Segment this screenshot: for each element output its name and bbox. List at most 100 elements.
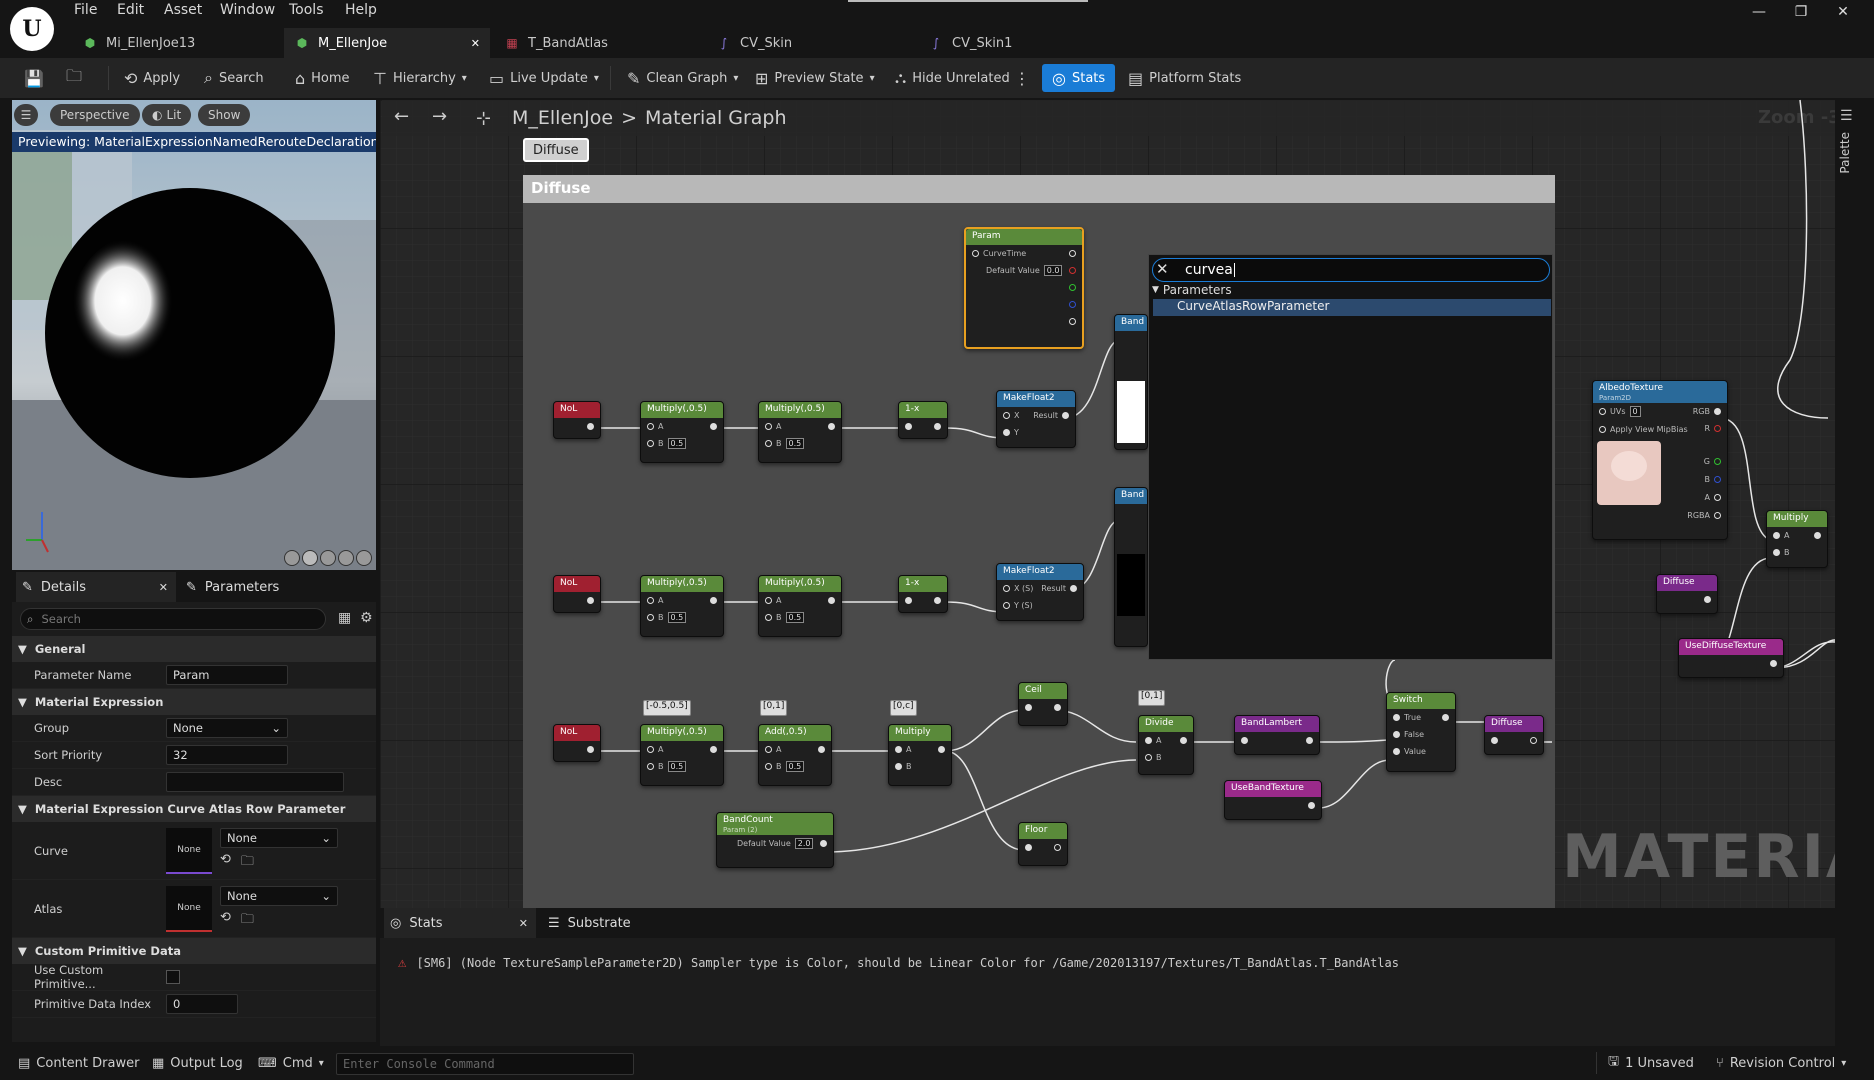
menu-edit[interactable]: Edit	[117, 2, 144, 18]
comment-title[interactable]: Diffuse	[523, 175, 1555, 203]
section-general[interactable]: ▼ General	[12, 636, 376, 662]
band-node[interactable]: Band	[1114, 314, 1148, 450]
table-view-icon[interactable]: ▦	[338, 610, 351, 626]
breadcrumb-asset[interactable]: M_EllenJoe	[512, 107, 613, 129]
multiply-node[interactable]: Multiply A B	[888, 724, 952, 786]
ceil-node[interactable]: Ceil	[1018, 682, 1068, 726]
stats-button[interactable]: ◎ Stats	[1042, 64, 1116, 92]
menu-tools[interactable]: Tools	[289, 2, 324, 18]
menu-asset[interactable]: Asset	[164, 2, 202, 18]
tab-cv-skin[interactable]: ∫ CV_Skin	[706, 28, 916, 58]
use-band-texture-node[interactable]: UseBandTexture	[1224, 780, 1322, 820]
unreal-logo-icon[interactable]: U	[10, 7, 54, 51]
tab-substrate[interactable]: ☰ Substrate	[548, 908, 678, 938]
band-lambert-node[interactable]: BandLambert	[1234, 715, 1320, 755]
content-drawer-button[interactable]: ▤ Content Drawer	[18, 1046, 139, 1080]
pin-g[interactable]	[966, 279, 1082, 296]
pin-default-value[interactable]: Default Value 0.0	[966, 262, 1082, 279]
desc-input[interactable]	[166, 772, 344, 792]
multiply-node[interactable]: Multiply(,0.5) A B 0.5	[640, 401, 724, 463]
one-minus-node[interactable]: 1-x	[898, 401, 948, 439]
pin-curvetime[interactable]: CurveTime	[966, 245, 1082, 262]
floor-node[interactable]: Floor	[1018, 822, 1068, 866]
tab-mi-ellenjoe13[interactable]: ⬢ Mi_EllenJoe13	[72, 28, 282, 58]
restore-icon[interactable]: ❐	[1778, 0, 1824, 24]
close-icon[interactable]: ✕	[519, 917, 528, 930]
breadcrumb-graph[interactable]: Material Graph	[645, 107, 787, 129]
switch-node[interactable]: Switch True False Value	[1386, 692, 1456, 772]
revision-control-button[interactable]: ⑂ Revision Control ▾	[1716, 1046, 1846, 1080]
console-command-input[interactable]: Enter Console Command	[336, 1053, 634, 1075]
node-search-input[interactable]: curvea	[1152, 258, 1550, 282]
sort-priority-input[interactable]: 32	[166, 745, 288, 765]
curve-thumbnail[interactable]: None	[166, 827, 212, 874]
nol-node[interactable]: NoL	[553, 575, 601, 613]
tab-stats[interactable]: ◎ Stats ✕	[384, 908, 536, 938]
menu-file[interactable]: File	[74, 2, 97, 18]
diffuse-reroute-node[interactable]: Diffuse	[1484, 715, 1544, 755]
close-icon[interactable]: ✕	[159, 581, 168, 594]
search-button[interactable]: ⌕ Search	[204, 58, 264, 98]
primitive-data-index-input[interactable]: 0	[166, 994, 238, 1014]
use-selected-icon[interactable]: ⟲	[220, 852, 231, 874]
comment-bubble[interactable]: Diffuse	[523, 138, 589, 162]
clamp-badge[interactable]: [-0.5,0.5]	[643, 700, 691, 716]
cylinder-shape-icon[interactable]	[284, 550, 300, 566]
settings-gear-icon[interactable]: ⚙	[360, 610, 373, 626]
unsaved-button[interactable]: 🖫 1 Unsaved	[1608, 1046, 1694, 1080]
save-button[interactable]: 💾	[24, 58, 44, 98]
plane-shape-icon[interactable]	[320, 550, 336, 566]
palette-list-icon[interactable]: ☰	[1840, 108, 1853, 124]
clamp-badge[interactable]: [0,1]	[760, 700, 788, 716]
apply-button[interactable]: ⟲ Apply	[124, 58, 180, 98]
more-options-icon[interactable]: ⋮	[1014, 58, 1030, 98]
make-float2-node[interactable]: MakeFloat2 X Result Y	[996, 390, 1076, 448]
atlas-thumbnail[interactable]: None	[166, 885, 212, 932]
group-dropdown[interactable]: None ⌄	[166, 718, 288, 738]
use-selected-icon[interactable]: ⟲	[220, 910, 231, 932]
clamp-badge[interactable]: [0,c]	[890, 700, 917, 716]
sphere-shape-icon[interactable]	[302, 550, 318, 566]
add-node[interactable]: Add(,0.5) A B 0.5	[758, 724, 832, 786]
one-minus-node[interactable]: 1-x	[898, 575, 948, 613]
window-close-icon[interactable]: ✕	[1820, 0, 1866, 24]
live-update-button[interactable]: ▭ Live Update ▾	[489, 58, 599, 98]
use-diffuse-texture-node[interactable]: UseDiffuseTexture	[1678, 638, 1784, 678]
browse-folder-icon[interactable]: 🗀	[241, 852, 254, 874]
multiply-node[interactable]: Multiply(,0.5) A B 0.5	[758, 401, 842, 463]
multiply-node[interactable]: Multiply(,0.5) A B 0.5	[758, 575, 842, 637]
multiply-node[interactable]: Multiply(,0.5) A B 0.5	[640, 724, 724, 786]
forward-arrow-icon[interactable]: →	[432, 106, 447, 127]
details-search-input[interactable]: ⌕ Search	[20, 608, 326, 630]
hide-unrelated-button[interactable]: ⛬ Hide Unrelated	[895, 58, 1010, 98]
section-material-expression[interactable]: ▼ Material Expression	[12, 689, 376, 715]
default-value-field[interactable]: 0.0	[1043, 265, 1063, 276]
multiply-node[interactable]: Multiply(,0.5) A B 0.5	[640, 575, 724, 637]
divide-node[interactable]: Divide A B	[1138, 715, 1194, 775]
clean-graph-button[interactable]: ✎ Clean Graph ▾	[627, 58, 738, 98]
hierarchy-button[interactable]: ⊤ Hierarchy ▾	[373, 58, 467, 98]
lit-button[interactable]: ◐ Lit	[142, 104, 192, 126]
platform-stats-button[interactable]: ▤ Platform Stats	[1128, 58, 1241, 98]
tab-parameters[interactable]: ✎ Parameters	[186, 572, 346, 602]
preview-state-button[interactable]: ⊞ Preview State ▾	[755, 58, 875, 98]
show-button[interactable]: Show	[198, 104, 251, 126]
parameter-name-input[interactable]: Param	[166, 665, 288, 685]
clamp-badge[interactable]: [0,1]	[1138, 690, 1166, 706]
pin-a[interactable]	[966, 313, 1082, 330]
cmd-dropdown[interactable]: ⌨ Cmd ▾	[258, 1046, 324, 1080]
tab-t-bandatlas[interactable]: ▦ T_BandAtlas	[494, 28, 704, 58]
teapot-shape-icon[interactable]	[356, 550, 372, 566]
tab-cv-skin1[interactable]: ∫ CV_Skin1	[918, 28, 1128, 58]
back-arrow-icon[interactable]: ←	[394, 106, 409, 127]
category-parameters[interactable]: ▼ Parameters	[1152, 283, 1232, 297]
use-custom-primitive-checkbox[interactable]	[166, 970, 180, 984]
band-node[interactable]: Band	[1114, 487, 1148, 647]
hamburger-menu-icon[interactable]: ☰	[14, 104, 38, 126]
clear-search-icon[interactable]: ✕	[1156, 260, 1169, 278]
search-result-curveatlasrowparameter[interactable]: CurveAtlasRowParameter	[1153, 299, 1551, 316]
albedo-texture-node[interactable]: AlbedoTexture Param2D UVs 0 RGB R Apply Vie…	[1592, 380, 1728, 540]
section-custom-primitive-data[interactable]: ▼ Custom Primitive Data	[12, 938, 376, 964]
atlas-dropdown[interactable]: None ⌄	[220, 885, 338, 906]
minimize-icon[interactable]: —	[1736, 0, 1782, 24]
